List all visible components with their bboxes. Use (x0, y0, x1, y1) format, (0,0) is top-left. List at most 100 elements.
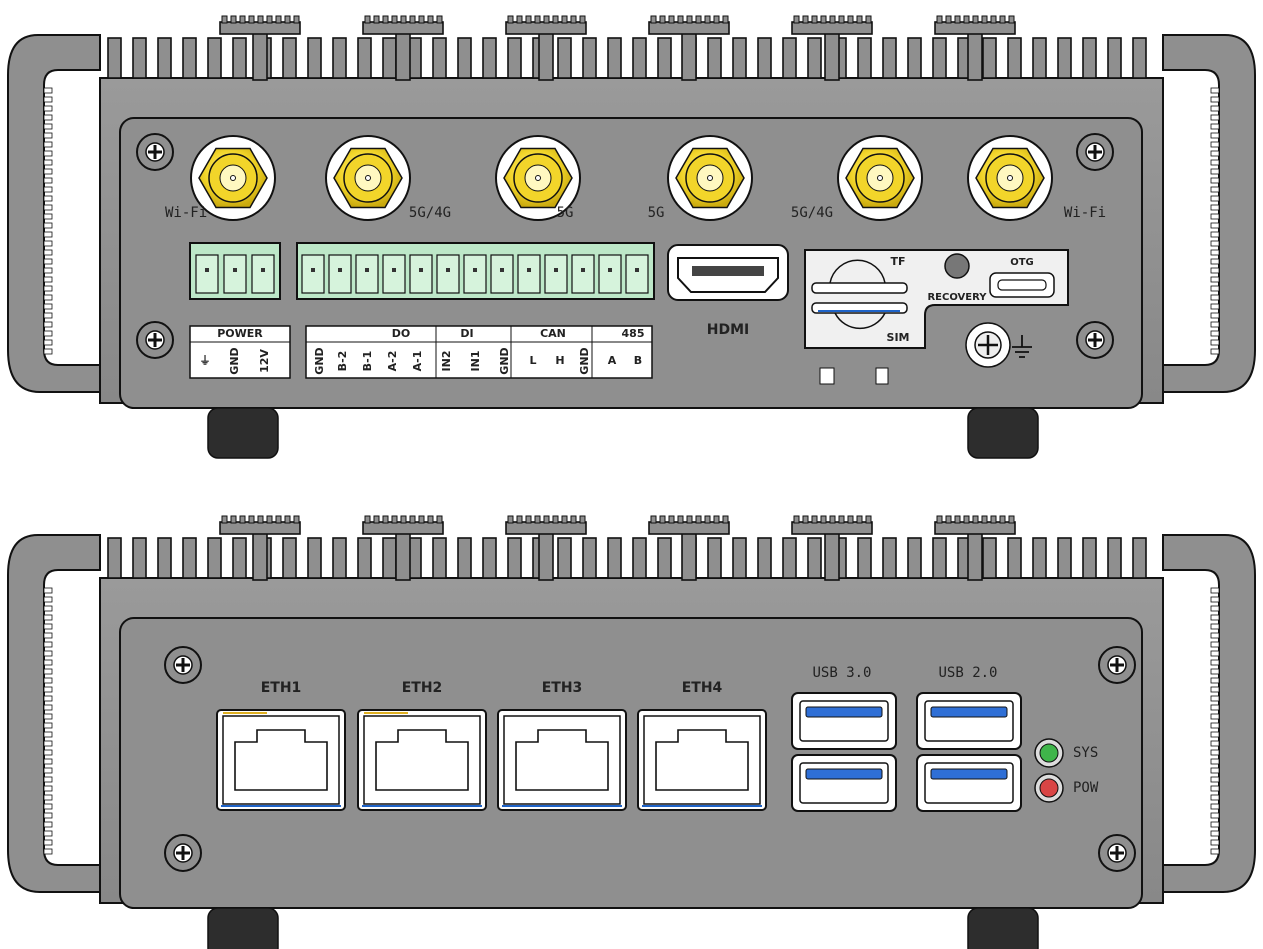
fin-tooth (704, 15, 711, 24)
cooling-fin (107, 37, 122, 79)
grip-notch (43, 740, 53, 747)
cooling-fin (507, 37, 522, 79)
fin-tooth (534, 515, 541, 524)
cooling-fin (282, 537, 297, 579)
fin-tooth (284, 515, 291, 524)
grip-notch (43, 695, 53, 702)
rubber-foot (207, 407, 279, 459)
fin-tooth (507, 515, 514, 524)
fin-tooth (525, 15, 532, 24)
cooling-fin (857, 537, 872, 579)
grip-notch (43, 722, 53, 729)
grip-notch (43, 668, 53, 675)
grip-notch (43, 159, 53, 166)
grip-notch (43, 713, 53, 720)
io-pin-label: L (529, 354, 536, 367)
cooling-fin-cap (648, 521, 730, 535)
antenna-label: 5G/4G (791, 205, 833, 221)
cooling-fin-tall (538, 529, 554, 581)
eth-label: ETH3 (542, 680, 583, 696)
fin-tooth (391, 515, 398, 524)
io-group-header: DI (460, 327, 473, 340)
grip-notch (1210, 96, 1220, 103)
pow-led (1034, 773, 1064, 803)
sys-led (1034, 738, 1064, 768)
grip-notch (1210, 285, 1220, 292)
cooling-fin (657, 37, 672, 79)
usb3-port (791, 692, 897, 750)
grip-notch (1210, 668, 1220, 675)
cooling-fin (607, 37, 622, 79)
cooling-fin (232, 37, 247, 79)
grip-notch (1210, 767, 1220, 774)
top-device-view: Wi-Fi 5G/4G 5G 5G 5G/4G Wi-Fi POWER ⏚ GND 12V DO GN… (7, 15, 1256, 459)
cooling-fin (1082, 537, 1097, 579)
cooling-fin (482, 37, 497, 79)
cooling-fin (432, 537, 447, 579)
grip-notch (43, 321, 53, 328)
hdmi-port (667, 244, 789, 301)
grip-notch (1210, 114, 1220, 121)
fin-tooth (865, 15, 872, 24)
grip-notch (43, 758, 53, 765)
fin-tooth (695, 515, 702, 524)
cooling-fin (907, 537, 922, 579)
cooling-fin (282, 37, 297, 79)
grip-notch (1210, 258, 1220, 265)
recovery-button (944, 253, 970, 279)
otg-label: OTG (1010, 257, 1034, 268)
grip-notch (43, 195, 53, 202)
fin-tooth (400, 15, 407, 24)
grip-notch (1210, 186, 1220, 193)
grip-notch (1210, 587, 1220, 594)
grip-notch (1210, 758, 1220, 765)
cooling-fin (1107, 537, 1122, 579)
grip-notch (1210, 803, 1220, 810)
grip-notch (1210, 848, 1220, 855)
cooling-fin (557, 37, 572, 79)
cooling-fin-cap (934, 521, 1016, 535)
cooling-fin (632, 537, 647, 579)
grip-notch (1210, 605, 1220, 612)
fin-tooth (838, 515, 845, 524)
fin-tooth (436, 515, 443, 524)
grip-notch (43, 303, 53, 310)
eth-label: ETH1 (261, 680, 302, 696)
hdmi-label: HDMI (707, 322, 749, 338)
grip-notch (43, 605, 53, 612)
tf-slot (811, 282, 908, 294)
cooling-fin-tall (395, 29, 411, 81)
grip-notch (43, 150, 53, 157)
fin-tooth (722, 515, 729, 524)
fin-tooth (534, 15, 541, 24)
io-pin-label: B-1 (361, 351, 374, 372)
io-pin-label: GND (313, 347, 326, 374)
cooling-fin (357, 37, 372, 79)
ethernet-port (216, 709, 346, 811)
fin-tooth (364, 15, 371, 24)
grip-notch (1210, 677, 1220, 684)
antenna-label: 5G (648, 205, 665, 221)
bottom-device-view: ETH1 ETH2 ETH3 ETH4 USB 3.0 USB 2.0 SYS POW (7, 515, 1256, 949)
power-terminal (189, 242, 281, 300)
grip-notch (1210, 596, 1220, 603)
fin-tooth (838, 15, 845, 24)
cooling-fin (157, 37, 172, 79)
grip-notch (43, 749, 53, 756)
fin-tooth (230, 515, 237, 524)
fin-tooth (552, 515, 559, 524)
terminal-pin (382, 254, 406, 294)
arrow-icon (875, 367, 889, 385)
fin-tooth (239, 515, 246, 524)
cooling-fin (557, 537, 572, 579)
grip-notch (43, 294, 53, 301)
cooling-fin (757, 37, 772, 79)
terminal-pin (223, 254, 247, 294)
fin-tooth (400, 515, 407, 524)
cooling-fin (332, 37, 347, 79)
cooling-fin (1082, 37, 1097, 79)
cooling-fin (782, 37, 797, 79)
io-pin-label: GND (578, 347, 591, 374)
grip-notch (43, 614, 53, 621)
fin-tooth (713, 515, 720, 524)
